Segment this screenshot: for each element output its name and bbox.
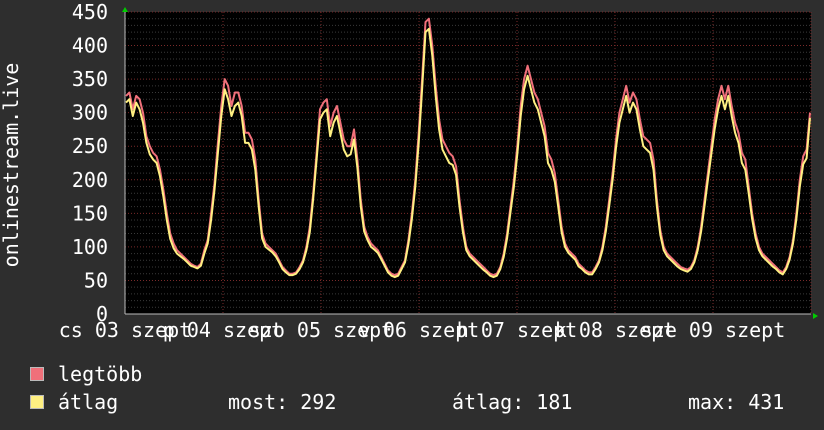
legend-label: legtöbb: [58, 362, 143, 386]
x-tick-label: sze 09 szept: [641, 318, 786, 342]
stat-current: most: 292: [228, 390, 337, 414]
y-tick-label: 100: [72, 235, 108, 259]
y-tick-label: 400: [72, 34, 108, 58]
legend-label: átlag: [58, 390, 119, 414]
x-tick-labels: cs 03 szeptp 04 szeptszo 05 szeptv 06 sz…: [59, 318, 785, 342]
y-tick-label: 300: [72, 101, 108, 125]
y-tick-label: 250: [72, 134, 108, 158]
y-axis-label: onlinestream.live: [0, 63, 23, 268]
plot-area: [125, 12, 811, 314]
y-tick-label: 150: [72, 201, 108, 225]
y-tick-labels: 050100150200250300350400450: [72, 0, 108, 326]
x-axis-arrow-icon: [813, 313, 818, 319]
y-axis-arrow-icon: [122, 7, 128, 12]
y-tick-label: 450: [72, 0, 108, 24]
y-tick-label: 50: [84, 268, 108, 292]
y-tick-label: 350: [72, 67, 108, 91]
legend-swatch-icon: [30, 367, 44, 381]
legend-item-max: legtöbb: [30, 362, 143, 386]
stat-max: max: 431: [688, 390, 785, 414]
stat-average: átlag: 181: [452, 390, 573, 414]
legend-swatch-icon: [30, 395, 44, 409]
legend-item-avg: átlag: [30, 390, 119, 414]
y-tick-label: 200: [72, 168, 108, 192]
